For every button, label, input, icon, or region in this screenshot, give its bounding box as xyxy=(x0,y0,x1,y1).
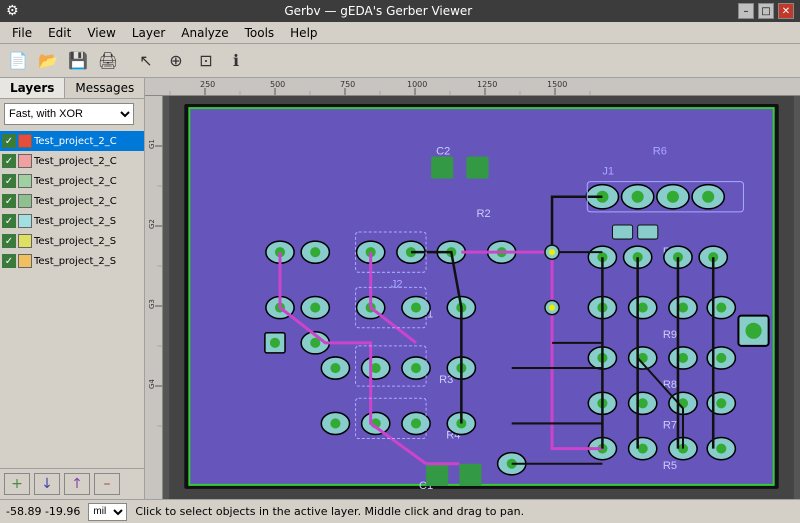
pointer-btn[interactable]: ↖ xyxy=(132,47,160,75)
top-ruler: 250 500 750 1000 1250 1500 xyxy=(145,78,800,96)
unit-select[interactable]: milmmin xyxy=(88,503,127,521)
layer-color-swatch-0 xyxy=(18,134,32,148)
menu-item-layer[interactable]: Layer xyxy=(124,24,173,42)
titlebar-controls: – □ ✕ xyxy=(738,3,794,19)
layer-color-swatch-1 xyxy=(18,154,32,168)
zoom-fit-btn[interactable]: ⊡ xyxy=(192,47,220,75)
svg-text:J2: J2 xyxy=(391,278,403,290)
canvas-with-ruler: G1 G2 G3 G4 xyxy=(145,96,800,499)
layer-color-swatch-4 xyxy=(18,214,32,228)
layer-visibility-1[interactable]: ✓ xyxy=(2,154,16,168)
info-btn[interactable]: ℹ xyxy=(222,47,250,75)
layer-visibility-5[interactable]: ✓ xyxy=(2,234,16,248)
layers-list: ✓ Test_project_2_C ✓ Test_project_2_C ✓ Test_… xyxy=(0,129,144,468)
layer-visibility-0[interactable]: ✓ xyxy=(2,134,16,148)
layer-visibility-3[interactable]: ✓ xyxy=(2,194,16,208)
add-layer-btn[interactable]: + xyxy=(4,473,30,495)
layer-item-5[interactable]: ✓ Test_project_2_S xyxy=(0,231,144,251)
left-ruler-svg: G1 G2 G3 G4 xyxy=(145,96,163,499)
menu-item-tools[interactable]: Tools xyxy=(237,24,283,42)
render-mode-select[interactable]: Fast, with XORFastNormalHigh quality xyxy=(4,103,134,125)
layer-item-3[interactable]: ✓ Test_project_2_C xyxy=(0,191,144,211)
menu-item-file[interactable]: File xyxy=(4,24,40,42)
layer-name-6: Test_project_2_S xyxy=(34,256,116,267)
close-button[interactable]: ✕ xyxy=(778,3,794,19)
maximize-button[interactable]: □ xyxy=(758,3,774,19)
titlebar-title: Gerbv — gEDA's Gerber Viewer xyxy=(284,4,472,18)
menu-item-edit[interactable]: Edit xyxy=(40,24,79,42)
pcb-svg: R6 J1 C2 R2 xyxy=(163,96,800,499)
layer-item-6[interactable]: ✓ Test_project_2_S xyxy=(0,251,144,271)
svg-text:R5: R5 xyxy=(663,460,677,472)
svg-text:R7: R7 xyxy=(663,419,677,431)
svg-text:G4: G4 xyxy=(148,379,156,389)
svg-text:750: 750 xyxy=(340,80,355,89)
menu-item-help[interactable]: Help xyxy=(282,24,325,42)
zoom-rect-btn[interactable]: ⊕ xyxy=(162,47,190,75)
layer-name-1: Test_project_2_C xyxy=(34,156,117,167)
svg-text:J1: J1 xyxy=(602,166,614,178)
main-area: LayersMessages Fast, with XORFastNormalH… xyxy=(0,78,800,499)
print-btn[interactable]: 🖨 xyxy=(94,47,122,75)
svg-text:G1: G1 xyxy=(148,139,156,149)
svg-text:R2: R2 xyxy=(476,208,490,220)
svg-text:1000: 1000 xyxy=(407,80,427,89)
svg-text:250: 250 xyxy=(200,80,215,89)
menu-item-view[interactable]: View xyxy=(79,24,123,42)
svg-text:1250: 1250 xyxy=(477,80,497,89)
titlebar: ⚙ Gerbv — gEDA's Gerber Viewer – □ ✕ xyxy=(0,0,800,22)
svg-text:C2: C2 xyxy=(436,145,450,157)
left-panel: LayersMessages Fast, with XORFastNormalH… xyxy=(0,78,145,499)
svg-text:R9: R9 xyxy=(663,329,677,341)
panel-tab-messages[interactable]: Messages xyxy=(65,78,145,98)
layer-name-5: Test_project_2_S xyxy=(34,236,116,247)
top-ruler-svg: 250 500 750 1000 1250 1500 xyxy=(145,78,800,96)
render-mode-area: Fast, with XORFastNormalHigh quality xyxy=(0,99,144,129)
svg-text:G2: G2 xyxy=(148,219,156,229)
svg-text:1500: 1500 xyxy=(547,80,567,89)
panel-buttons: +↓↑– xyxy=(0,468,144,499)
layer-name-2: Test_project_2_C xyxy=(34,176,117,187)
new-btn[interactable]: 📄 xyxy=(4,47,32,75)
layer-visibility-6[interactable]: ✓ xyxy=(2,254,16,268)
canvas-area: 250 500 750 1000 1250 1500 xyxy=(145,78,800,499)
left-ruler: G1 G2 G3 G4 xyxy=(145,96,163,499)
layer-item-2[interactable]: ✓ Test_project_2_C xyxy=(0,171,144,191)
move-up-btn[interactable]: ↑ xyxy=(64,473,90,495)
panel-tabs: LayersMessages xyxy=(0,78,144,99)
layer-color-swatch-3 xyxy=(18,194,32,208)
layer-visibility-2[interactable]: ✓ xyxy=(2,174,16,188)
toolbar: 📄📂💾🖨 ↖⊕⊡ℹ xyxy=(0,44,800,78)
layer-name-0: Test_project_2_C xyxy=(34,136,117,147)
minimize-button[interactable]: – xyxy=(738,3,754,19)
menu-item-analyze[interactable]: Analyze xyxy=(173,24,236,42)
svg-text:R6: R6 xyxy=(653,145,667,157)
layer-visibility-4[interactable]: ✓ xyxy=(2,214,16,228)
remove-layer-btn[interactable]: – xyxy=(94,473,120,495)
layer-item-0[interactable]: ✓ Test_project_2_C xyxy=(0,131,144,151)
coordinates: -58.89 -19.96 xyxy=(6,505,80,518)
layer-item-1[interactable]: ✓ Test_project_2_C xyxy=(0,151,144,171)
save-btn[interactable]: 💾 xyxy=(64,47,92,75)
layer-color-swatch-5 xyxy=(18,234,32,248)
svg-text:G3: G3 xyxy=(148,299,156,309)
layer-color-swatch-6 xyxy=(18,254,32,268)
layer-name-3: Test_project_2_C xyxy=(34,196,117,207)
pcb-canvas[interactable]: R6 J1 C2 R2 xyxy=(163,96,800,499)
svg-text:500: 500 xyxy=(270,80,285,89)
titlebar-icon: ⚙ xyxy=(6,3,19,19)
layer-name-4: Test_project_2_S xyxy=(34,216,116,227)
statusbar: -58.89 -19.96 milmmin Click to select ob… xyxy=(0,499,800,523)
coord-display: -58.89 -19.96 xyxy=(6,505,80,518)
menubar: FileEditViewLayerAnalyzeToolsHelp xyxy=(0,22,800,44)
layer-item-4[interactable]: ✓ Test_project_2_S xyxy=(0,211,144,231)
status-message: Click to select objects in the active la… xyxy=(135,505,524,518)
open-btn[interactable]: 📂 xyxy=(34,47,62,75)
panel-tab-layers[interactable]: Layers xyxy=(0,78,65,98)
layer-color-swatch-2 xyxy=(18,174,32,188)
move-down-btn[interactable]: ↓ xyxy=(34,473,60,495)
